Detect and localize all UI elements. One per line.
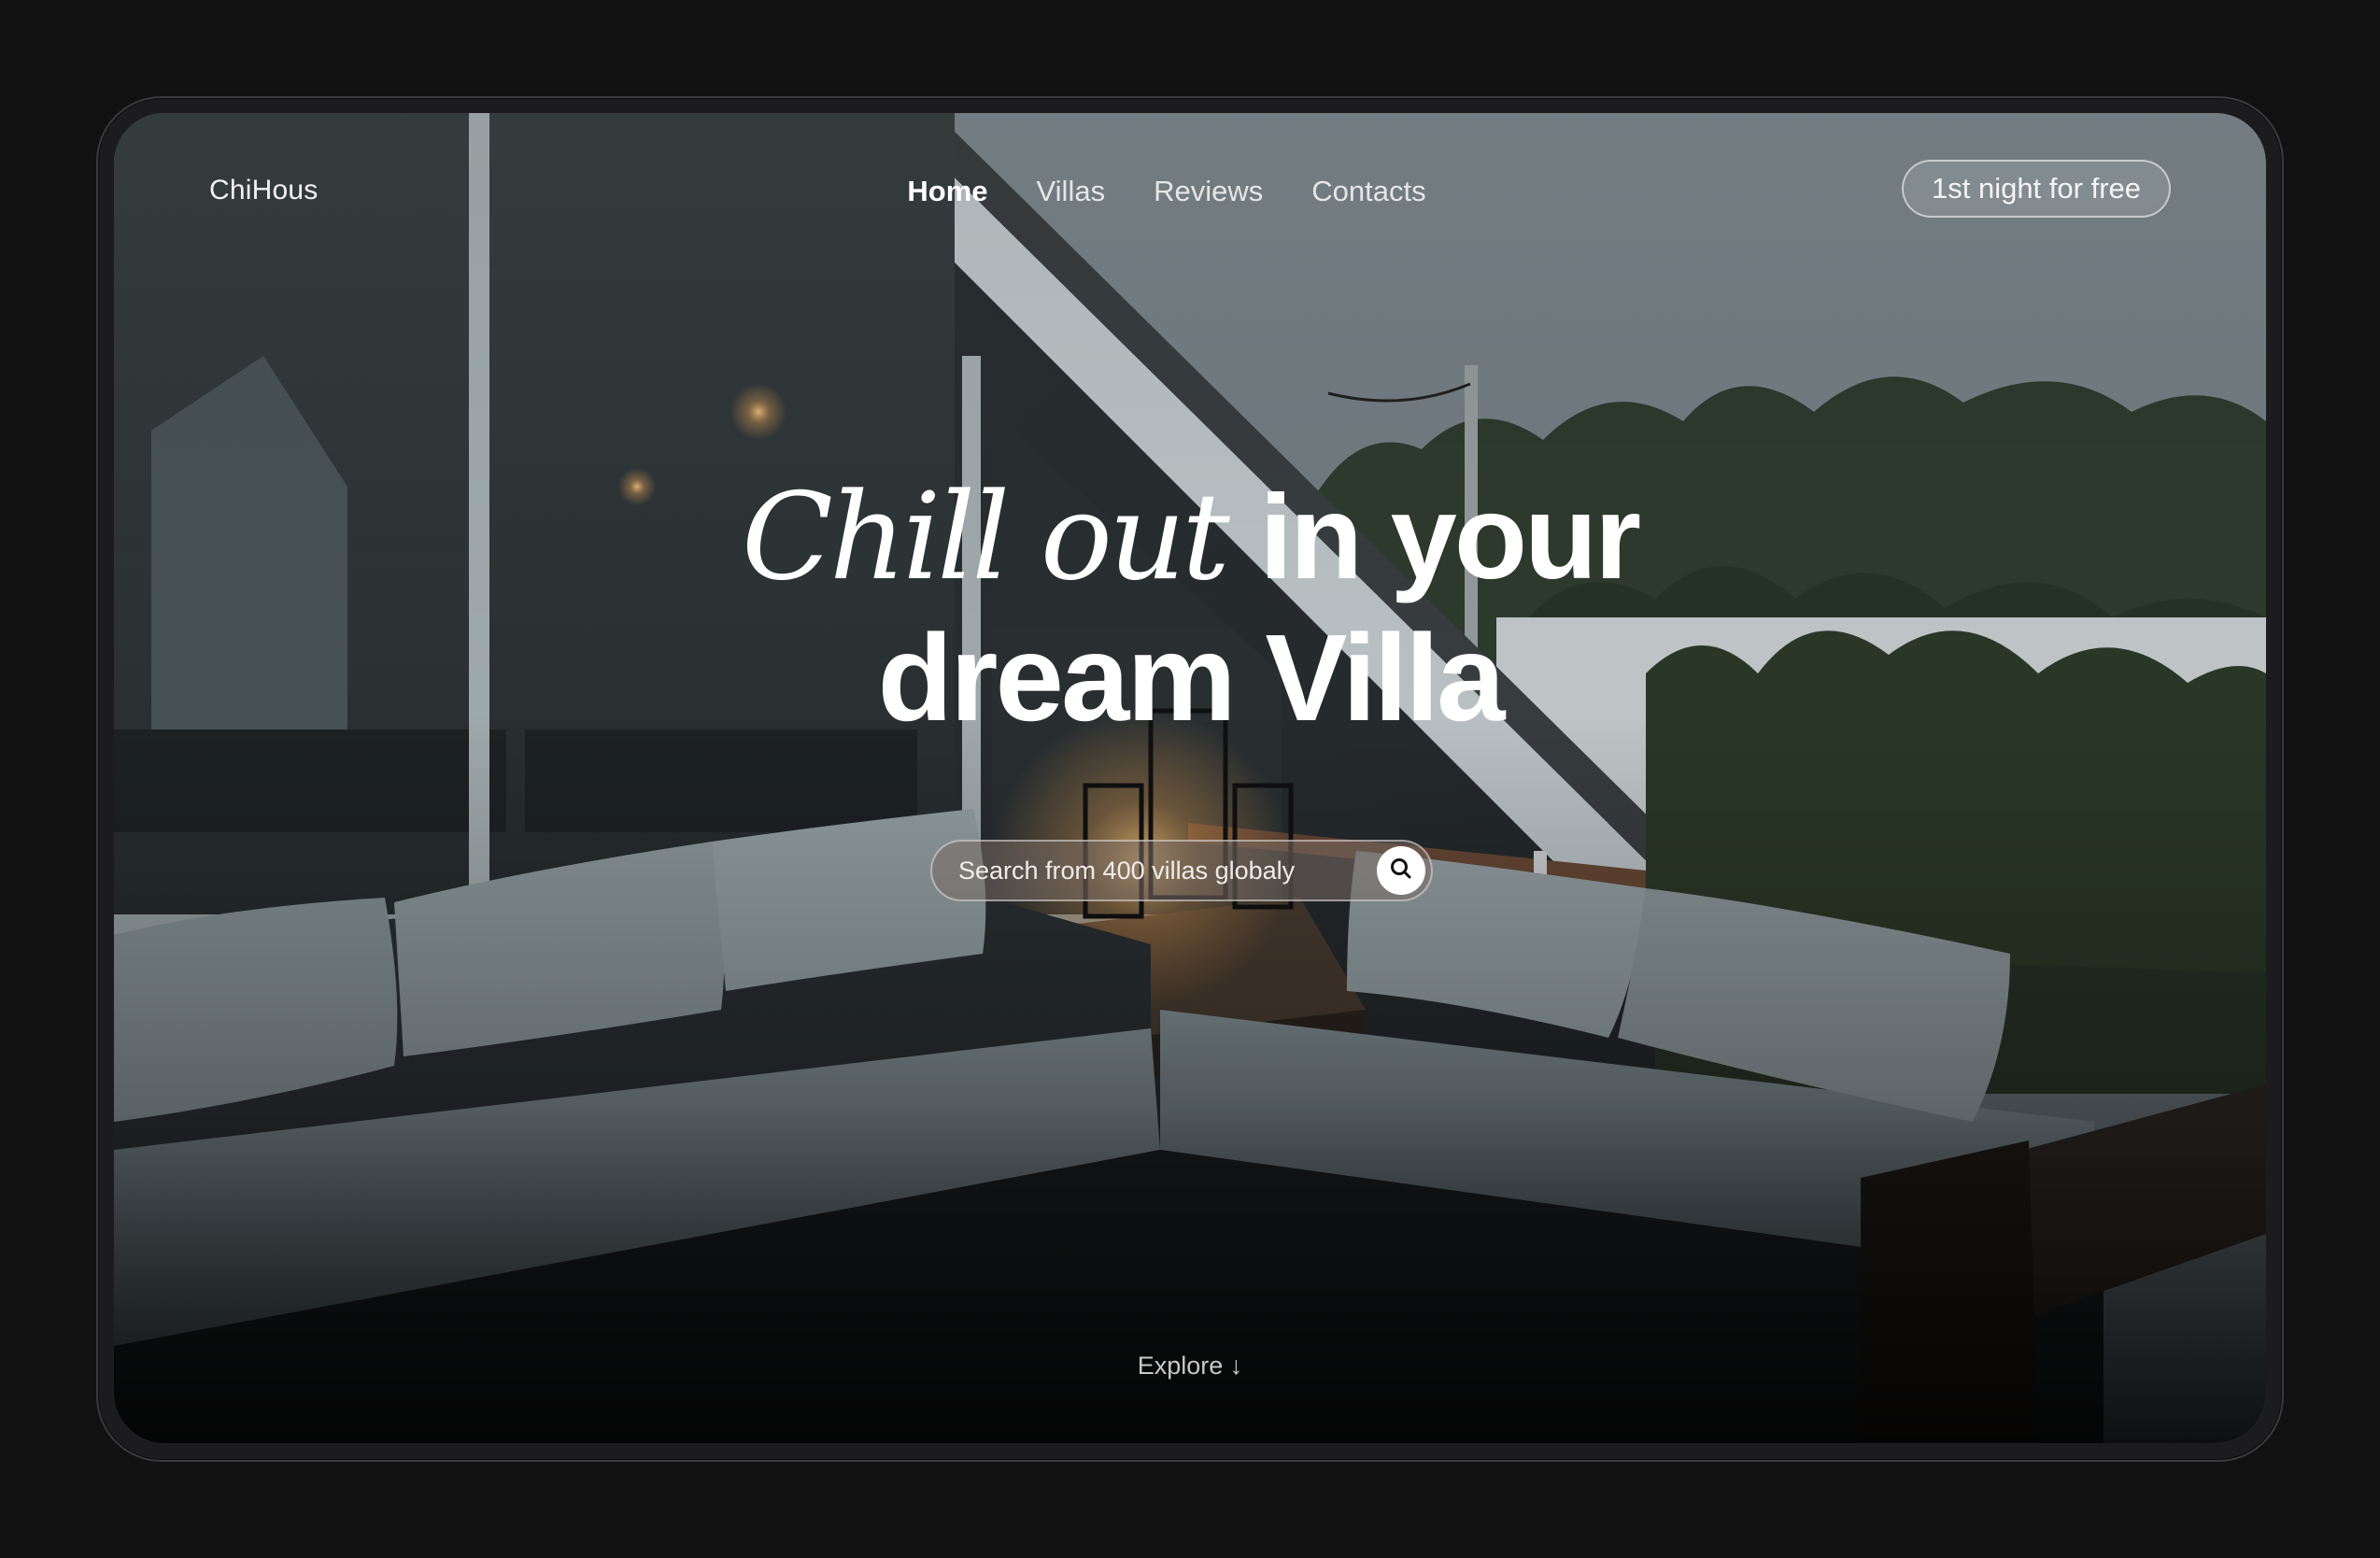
explore-link[interactable]: Explore ↓ <box>114 1352 2266 1381</box>
search-input[interactable] <box>932 842 1377 899</box>
hero-title-rest: in your <box>1259 471 1641 604</box>
hero-heading: Chill out in your dream Villa <box>114 468 2266 748</box>
first-night-free-button[interactable]: 1st night for free <box>1901 160 2171 218</box>
photo-overlay <box>114 113 2266 1443</box>
hero-title-italic: Chill out <box>741 468 1230 607</box>
search-button[interactable] <box>1377 846 1425 895</box>
arrow-down-icon: ↓ <box>1229 1352 1243 1380</box>
hero-title-line-2: dream Villa <box>877 609 1506 746</box>
nav-item-reviews[interactable]: Reviews <box>1154 175 1263 208</box>
explore-label: Explore <box>1137 1352 1224 1380</box>
nav-item-home[interactable]: Home <box>907 175 987 208</box>
nav-item-villas[interactable]: Villas <box>1037 175 1106 208</box>
hero-title-line-1: Chill out in your <box>114 468 2266 608</box>
nav-item-contacts[interactable]: Contacts <box>1311 175 1425 208</box>
search-bar <box>930 840 1433 901</box>
hero-screen: ChiHous Home Villas Reviews Contacts 1st… <box>114 113 2266 1443</box>
search-icon <box>1389 857 1413 885</box>
